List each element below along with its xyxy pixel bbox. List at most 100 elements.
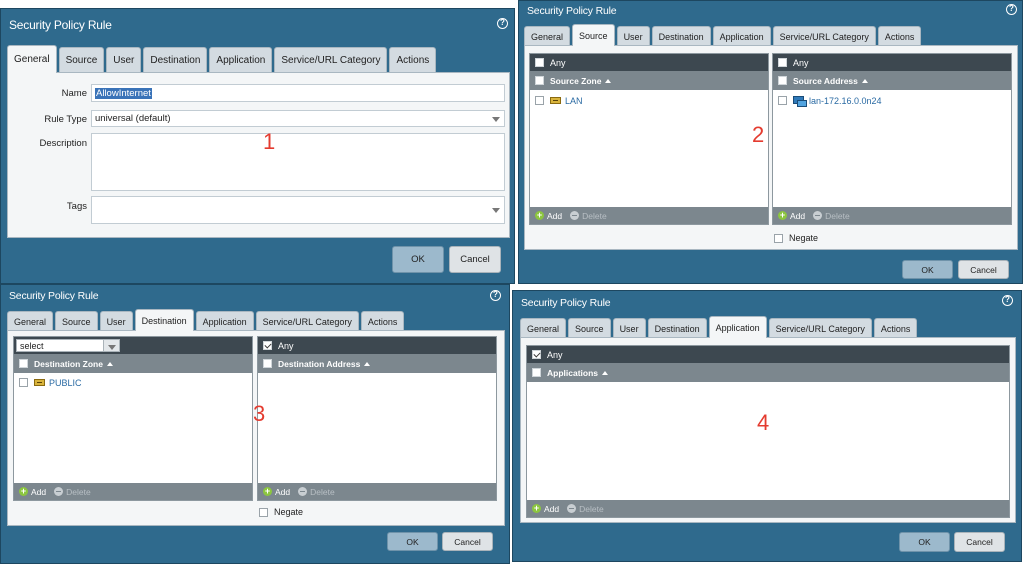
any-checkbox[interactable] [532,350,541,359]
help-icon[interactable]: ? [1006,4,1017,15]
applications-header[interactable]: Applications [547,368,598,378]
tab-general[interactable]: General [7,45,57,73]
delete-icon [570,211,580,220]
tab-source[interactable]: Source [572,24,615,46]
row-checkbox[interactable] [19,378,28,387]
tab-application[interactable]: Application [209,47,273,73]
list-item: lan-172.16.0.0n24 [773,93,1011,108]
any-checkbox[interactable] [778,58,787,67]
select-all-checkbox[interactable] [263,359,272,368]
negate-checkbox[interactable] [774,233,783,243]
delete-button[interactable]: Delete [298,487,335,497]
add-button[interactable]: + Add [19,487,46,497]
delete-button[interactable]: Delete [813,211,850,221]
select-all-checkbox[interactable] [778,76,787,85]
chevron-down-icon[interactable] [103,340,119,351]
chevron-down-icon [492,116,500,122]
step-number: 2 [752,122,765,147]
tab-application[interactable]: Application [712,26,771,46]
tab-general[interactable]: General [524,26,571,46]
tab-destination[interactable]: Destination [647,318,707,338]
add-button[interactable]: + Add [263,487,290,497]
tab-user[interactable]: User [612,318,646,338]
tab-user[interactable]: User [99,311,133,331]
description-label: Description [39,138,87,149]
tab-destination[interactable]: Destination [143,47,208,73]
add-button[interactable]: + Add [535,211,562,221]
tab-actions[interactable]: Actions [877,26,922,46]
tab-destination[interactable]: Destination [651,26,711,46]
tab-general[interactable]: General [520,318,567,338]
step-number: 3 [253,401,266,426]
add-button[interactable]: + Add [532,504,559,514]
destination-address-header[interactable]: Destination Address [278,359,360,369]
grid-header: Source Address [773,71,1011,90]
cancel-button[interactable]: Cancel [958,260,1009,279]
select-all-checkbox[interactable] [19,359,28,368]
row-checkbox[interactable] [778,96,787,105]
add-label: Add [544,503,560,514]
ok-button[interactable]: OK [899,532,950,552]
dialog-destination: Security Policy Rule ? General Source Us… [0,284,510,564]
negate-checkbox[interactable] [259,507,268,517]
row-checkbox[interactable] [535,96,544,105]
tab-application[interactable]: Application [708,316,767,338]
destination-address-grid: Any Destination Address + Add Delete [257,336,497,501]
tab-application[interactable]: Application [195,311,254,331]
rule-type-select[interactable]: universal (default) [91,110,505,127]
grid-header: Applications [527,363,1009,382]
tab-destination[interactable]: Destination [134,309,194,331]
tab-general[interactable]: General [7,311,54,331]
grid-footer: + Add Delete [527,500,1009,517]
ok-button[interactable]: OK [902,260,953,279]
help-icon[interactable]: ? [1002,295,1013,306]
tab-user[interactable]: User [616,26,650,46]
dialog-title: Security Policy Rule [521,297,611,309]
grid-footer: + Add Delete [14,483,252,500]
tab-service-url-category[interactable]: Service/URL Category [772,26,876,46]
cancel-button[interactable]: Cancel [449,246,501,273]
select-all-checkbox[interactable] [535,76,544,85]
tab-service-url-category[interactable]: Service/URL Category [768,318,872,338]
destination-zone-header[interactable]: Destination Zone [34,359,103,369]
ok-button[interactable]: OK [392,246,444,273]
zone-name-link[interactable]: LAN [565,96,583,106]
delete-label: Delete [66,486,91,497]
tab-actions[interactable]: Actions [389,47,437,73]
tab-source[interactable]: Source [58,47,105,73]
name-input[interactable]: AllowInternet [91,84,505,102]
any-checkbox[interactable] [263,341,272,350]
grid-header: Destination Address [258,354,496,373]
zone-name-link[interactable]: PUBLIC [49,378,82,388]
source-panel: Any Source Zone LAN + Add Delete Any Sou… [524,45,1018,250]
step-number: 1 [263,129,276,154]
source-address-header[interactable]: Source Address [793,76,858,86]
tab-actions[interactable]: Actions [360,311,405,331]
select-all-checkbox[interactable] [532,368,541,377]
tab-service-url-category[interactable]: Service/URL Category [255,311,359,331]
zone-select[interactable]: select [16,339,120,352]
ok-button[interactable]: OK [387,532,438,551]
address-name-link[interactable]: lan-172.16.0.0n24 [809,96,882,106]
tags-input[interactable] [91,196,505,224]
cancel-button[interactable]: Cancel [954,532,1005,552]
tab-source[interactable]: Source [568,318,611,338]
help-icon[interactable]: ? [490,290,501,301]
delete-button[interactable]: Delete [54,487,91,497]
description-textarea[interactable] [91,133,505,191]
any-label: Any [793,57,809,68]
help-icon[interactable]: ? [497,18,508,29]
tab-service-url-category[interactable]: Service/URL Category [274,47,388,73]
add-button[interactable]: + Add [778,211,805,221]
source-zone-header[interactable]: Source Zone [550,76,601,86]
tab-actions[interactable]: Actions [873,318,918,338]
delete-button[interactable]: Delete [570,211,607,221]
tab-source[interactable]: Source [55,311,98,331]
any-checkbox[interactable] [535,58,544,67]
delete-button[interactable]: Delete [567,504,604,514]
address-object-icon [793,96,807,107]
tab-user[interactable]: User [106,47,142,73]
grid-footer: + Add Delete [258,483,496,500]
sort-asc-icon [861,78,868,83]
cancel-button[interactable]: Cancel [442,532,493,551]
